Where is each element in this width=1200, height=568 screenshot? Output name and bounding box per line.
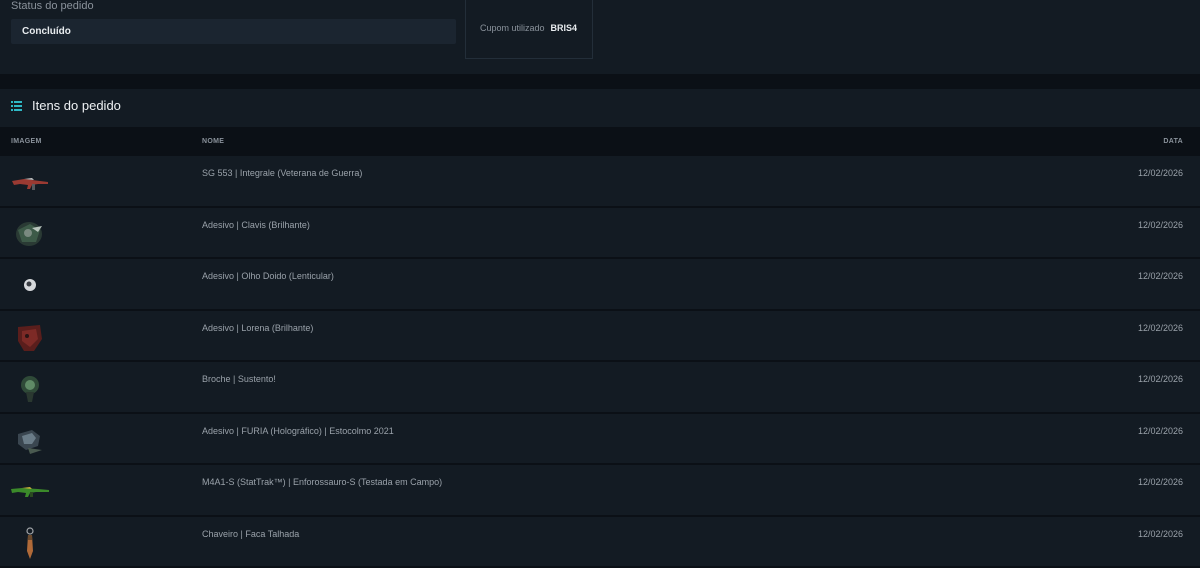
item-name: Adesivo | Lorena (Brilhante) [202, 322, 314, 333]
item-date: 12/02/2026 [1137, 219, 1183, 230]
column-header-image: IMAGEM [11, 138, 42, 145]
sticker-thumbnail [16, 221, 42, 246]
item-name: Chaveiro | Faca Talhada [202, 528, 300, 539]
furia-sticker-thumbnail [18, 429, 42, 454]
item-name: Adesivo | FURIA (Holográfico) | Estocolm… [202, 425, 394, 436]
items-title: Itens do pedido [32, 98, 121, 113]
table-row[interactable]: M4A1-S (StatTrak™) | Enforossauro-S (Tes… [0, 465, 1200, 517]
table-row[interactable]: Broche | Sustento! 12/02/2026 [0, 362, 1200, 414]
table-row[interactable]: Chaveiro | Faca Talhada 12/02/2026 [0, 517, 1200, 568]
table-row[interactable]: Adesivo | Lorena (Brilhante) 12/02/2026 [0, 311, 1200, 362]
column-header-date: DATA [1163, 138, 1183, 145]
item-name: Adesivo | Clavis (Brilhante) [202, 219, 310, 230]
pin-thumbnail [21, 376, 39, 402]
items-header: Itens do pedido [0, 89, 1200, 127]
status-label: Status do pedido [11, 0, 94, 12]
item-date: 12/02/2026 [1137, 425, 1183, 436]
order-items-section: Itens do pedido IMAGEM NOME DATA SG 553 … [0, 89, 1200, 568]
item-date: 12/02/2026 [1137, 168, 1183, 178]
items-table-body: SG 553 | Integrale (Veterana de Guerra) … [0, 156, 1200, 568]
eye-sticker-thumbnail [24, 279, 36, 291]
table-row[interactable]: Adesivo | Olho Doido (Lenticular) 12/02/… [0, 259, 1200, 311]
table-row[interactable]: Adesivo | FURIA (Holográfico) | Estocolm… [0, 414, 1200, 465]
rifle-thumbnail [12, 178, 48, 190]
item-date: 12/02/2026 [1137, 528, 1183, 539]
item-date: 12/02/2026 [1137, 374, 1183, 384]
coupon-label: Cupom utilizado [480, 23, 545, 33]
item-name: M4A1-S (StatTrak™) | Enforossauro-S (Tes… [202, 477, 443, 487]
status-value: Concluído [11, 19, 456, 44]
order-summary-panel: Status do pedido Concluído Cupom utiliza… [0, 0, 1200, 74]
column-header-name: NOME [202, 138, 225, 145]
item-name: Adesivo | Olho Doido (Lenticular) [202, 271, 334, 281]
item-name: SG 553 | Integrale (Veterana de Guerra) [202, 168, 363, 178]
table-row[interactable]: Adesivo | Clavis (Brilhante) 12/02/2026 [0, 208, 1200, 259]
table-row[interactable]: SG 553 | Integrale (Veterana de Guerra) … [0, 156, 1200, 208]
coupon-box: Cupom utilizado BRIS4 [465, 0, 593, 59]
coupon-code: BRIS4 [550, 23, 578, 33]
item-date: 12/02/2026 [1137, 477, 1183, 487]
table-header: IMAGEM NOME DATA [0, 127, 1200, 156]
item-name: Broche | Sustento! [202, 374, 276, 384]
list-icon [11, 101, 22, 111]
item-date: 12/02/2026 [1137, 322, 1183, 333]
keychain-thumbnail [26, 526, 34, 559]
sticker-thumbnail [18, 324, 42, 351]
rifle-thumbnail [11, 487, 49, 497]
item-date: 12/02/2026 [1137, 271, 1183, 281]
